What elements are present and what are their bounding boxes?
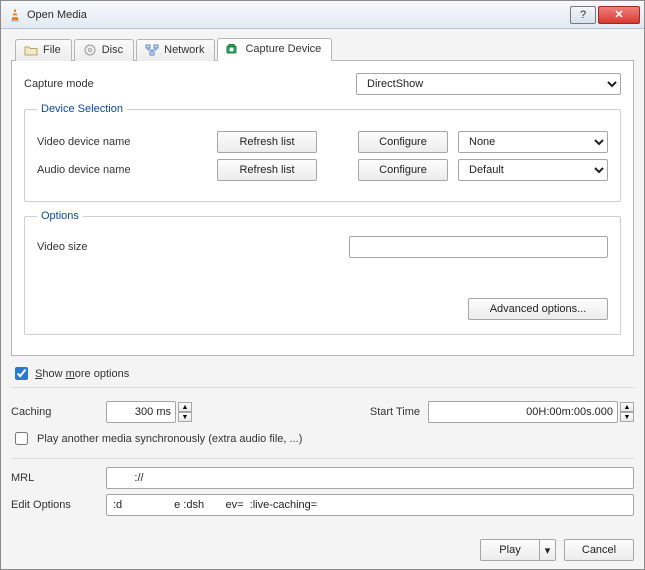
tab-network[interactable]: Network xyxy=(136,39,215,61)
advanced-options-button[interactable]: Advanced options... xyxy=(468,298,608,320)
play-button[interactable]: Play xyxy=(480,539,540,561)
chevron-up-icon[interactable]: ▲ xyxy=(620,402,634,412)
edit-options-input[interactable] xyxy=(106,494,634,516)
options-legend: Options xyxy=(37,210,83,222)
window-title: Open Media xyxy=(27,9,87,21)
tab-label: Capture Device xyxy=(245,43,321,55)
chevron-down-icon[interactable]: ▼ xyxy=(178,412,192,422)
audio-device-select[interactable]: Default xyxy=(458,159,608,181)
capture-panel: Capture mode DirectShow Device Selection… xyxy=(11,61,634,356)
options-group: Options Video size Advanced options... xyxy=(24,210,621,335)
capture-mode-label: Capture mode xyxy=(24,78,344,90)
audio-configure-button[interactable]: Configure xyxy=(358,159,448,181)
titlebar: Open Media ? ✕ xyxy=(1,1,644,29)
disc-icon xyxy=(83,44,97,56)
device-selection-legend: Device Selection xyxy=(37,103,127,115)
mrl-input[interactable] xyxy=(106,467,634,489)
capture-mode-select[interactable]: DirectShow xyxy=(356,73,621,95)
app-icon xyxy=(9,8,21,22)
help-button[interactable]: ? xyxy=(570,6,596,24)
divider xyxy=(11,458,634,459)
cancel-button[interactable]: Cancel xyxy=(564,539,634,561)
video-size-input[interactable] xyxy=(349,236,608,258)
device-selection-group: Device Selection Video device name Refre… xyxy=(24,103,621,202)
caching-spinner[interactable]: ▲ ▼ xyxy=(178,402,192,422)
play-sync-label: Play another media synchronously (extra … xyxy=(37,433,302,445)
tabs: File Disc Network Capture Device xyxy=(11,37,634,61)
audio-device-label: Audio device name xyxy=(37,164,207,176)
tab-capture-device[interactable]: Capture Device xyxy=(217,38,332,61)
tab-file[interactable]: File xyxy=(15,39,72,61)
video-configure-button[interactable]: Configure xyxy=(358,131,448,153)
start-time-input[interactable] xyxy=(428,401,618,423)
close-button[interactable]: ✕ xyxy=(598,6,640,24)
video-refresh-button[interactable]: Refresh list xyxy=(217,131,317,153)
chevron-up-icon[interactable]: ▲ xyxy=(178,402,192,412)
play-split-button[interactable]: Play ▾ xyxy=(480,539,556,561)
video-device-select[interactable]: None xyxy=(458,131,608,153)
dialog-footer: Play ▾ Cancel xyxy=(1,531,644,569)
play-sync-checkbox[interactable] xyxy=(15,432,28,445)
video-device-label: Video device name xyxy=(37,136,207,148)
network-icon xyxy=(145,44,159,56)
tab-label: Network xyxy=(164,44,204,56)
caching-label: Caching xyxy=(11,406,96,418)
more-options-panel: Caching ▲ ▼ Start Time ▲ ▼ xyxy=(11,387,634,516)
folder-icon xyxy=(24,44,38,56)
audio-refresh-button[interactable]: Refresh list xyxy=(217,159,317,181)
play-dropdown-button[interactable]: ▾ xyxy=(540,539,556,561)
show-more-label: Show more options xyxy=(35,368,129,380)
start-time-label: Start Time xyxy=(370,406,420,418)
tab-label: Disc xyxy=(102,44,123,56)
show-more-checkbox[interactable] xyxy=(15,367,28,380)
caching-input[interactable] xyxy=(106,401,176,423)
start-time-spinner[interactable]: ▲ ▼ xyxy=(620,402,634,422)
mrl-label: MRL xyxy=(11,472,96,484)
capture-icon xyxy=(226,43,240,55)
tab-label: File xyxy=(43,44,61,56)
open-media-window: Open Media ? ✕ File Disc Network Captu xyxy=(0,0,645,570)
edit-options-label: Edit Options xyxy=(11,499,96,511)
video-size-label: Video size xyxy=(37,241,337,253)
tab-disc[interactable]: Disc xyxy=(74,39,134,61)
chevron-down-icon[interactable]: ▼ xyxy=(620,412,634,422)
